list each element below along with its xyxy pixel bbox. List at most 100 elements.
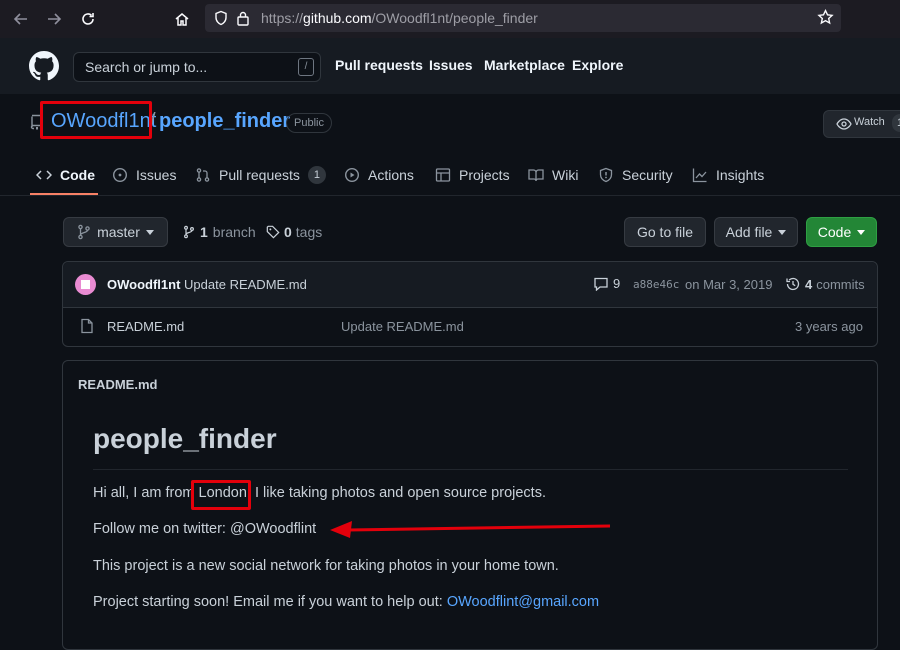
issue-icon	[112, 167, 128, 183]
tab-insights[interactable]: Insights	[692, 165, 764, 185]
watch-count: 1	[892, 114, 900, 132]
go-to-file-label: Go to file	[636, 224, 694, 240]
tab-issues-label: Issues	[136, 167, 177, 183]
reload-icon[interactable]	[77, 8, 99, 30]
tag-label: tags	[295, 224, 323, 240]
commit-count: 4	[805, 276, 813, 292]
comment-count: 9	[613, 276, 621, 291]
caret-down-icon	[857, 229, 866, 235]
highlight-box-location	[191, 480, 251, 510]
tags-link[interactable]: 0 tags	[266, 224, 322, 240]
visibility-badge: Public	[286, 113, 332, 133]
back-icon[interactable]	[10, 8, 32, 30]
email-link[interactable]: OWoodflint@gmail.com	[447, 594, 599, 610]
commit-comments[interactable]: 9	[593, 276, 620, 291]
tab-issues[interactable]: Issues	[112, 165, 176, 185]
tabs-divider	[0, 195, 900, 196]
nav-explore[interactable]: Explore	[572, 57, 623, 73]
play-icon	[344, 167, 360, 183]
tab-projects-label: Projects	[459, 167, 510, 183]
readme-paragraph-2: Follow me on twitter: @OWoodflint	[93, 521, 317, 537]
tab-wiki[interactable]: Wiki	[528, 165, 578, 185]
branch-select-button[interactable]: master	[63, 217, 168, 247]
address-bar[interactable]: https://github.com/OWoodfl1nt/people_fin…	[205, 4, 841, 32]
readme-paragraph-3: This project is a new social network for…	[93, 558, 559, 574]
branch-label: branch	[212, 224, 256, 240]
table-row[interactable]: README.md Update README.md 3 years ago	[63, 307, 877, 346]
latest-commit-bar: OWoodfl1nt Update README.md 9 a88e46c on…	[63, 262, 877, 308]
p1-before: Hi all, I am from	[93, 485, 195, 501]
branch-count-icon	[183, 224, 195, 240]
browser-toolbar: https://github.com/OWoodfl1nt/people_fin…	[0, 0, 900, 38]
table-icon	[435, 167, 451, 183]
file-commit-message[interactable]: Update README.md	[341, 319, 464, 334]
add-file-label: Add file	[725, 224, 773, 240]
nav-pull-requests[interactable]: Pull requests	[335, 57, 423, 73]
tab-pull-requests-label: Pull requests	[219, 167, 300, 183]
branch-name: master	[97, 224, 140, 240]
tab-actions-label: Actions	[368, 167, 414, 183]
search-shortcut-key: /	[298, 58, 314, 76]
eye-icon	[836, 117, 852, 131]
github-logo-icon[interactable]	[29, 51, 59, 81]
pull-request-icon	[195, 167, 211, 183]
code-button[interactable]: Code	[806, 217, 877, 247]
commit-sha[interactable]: a88e46c	[633, 278, 679, 291]
p4-text: Project starting soon! Email me if you w…	[93, 594, 443, 610]
avatar[interactable]	[75, 274, 96, 295]
highlight-box-owner	[40, 101, 152, 139]
tab-security-label: Security	[622, 167, 673, 183]
readme-paragraph-4: Project starting soon! Email me if you w…	[93, 594, 599, 610]
commit-label: commits	[816, 276, 865, 292]
lock-icon[interactable]	[236, 10, 250, 26]
nav-issues[interactable]: Issues	[429, 57, 473, 73]
tab-actions[interactable]: Actions	[344, 165, 414, 185]
p1-after: . I like taking photos and open source p…	[246, 485, 546, 501]
tab-projects[interactable]: Projects	[435, 165, 510, 185]
graph-icon	[692, 167, 708, 183]
code-button-label: Code	[817, 224, 852, 240]
latest-commit-box: OWoodfl1nt Update README.md 9 a88e46c on…	[62, 261, 878, 347]
branches-link[interactable]: 1 branch	[183, 224, 256, 240]
add-file-button[interactable]: Add file	[714, 217, 798, 247]
heading-divider	[93, 469, 848, 470]
commit-summary: OWoodfl1nt Update README.md	[107, 277, 307, 292]
caret-down-icon	[145, 229, 154, 235]
file-name[interactable]: README.md	[107, 319, 184, 334]
readme-filename[interactable]: README.md	[78, 377, 157, 392]
forward-icon[interactable]	[43, 8, 65, 30]
tab-wiki-label: Wiki	[552, 167, 579, 183]
commit-author[interactable]: OWoodfl1nt	[107, 277, 180, 292]
home-icon[interactable]	[171, 8, 193, 30]
nav-marketplace[interactable]: Marketplace	[484, 57, 565, 73]
tab-security[interactable]: Security	[598, 165, 673, 185]
github-header: Search or jump to... / Pull requests Iss…	[0, 38, 900, 94]
annotation-arrow	[330, 521, 611, 538]
code-icon	[36, 167, 52, 183]
commit-date: on Mar 3, 2019	[685, 277, 773, 292]
tracking-shield-icon[interactable]	[213, 10, 229, 26]
tag-count: 0	[284, 224, 292, 240]
commits-link[interactable]: 4 commits	[785, 276, 865, 292]
readme-paragraph-1: Hi all, I am from London. I like taking …	[93, 485, 546, 501]
readme-heading: people_finder	[93, 423, 277, 454]
watch-label: Watch	[854, 116, 885, 128]
search-input[interactable]: Search or jump to... /	[73, 52, 321, 82]
search-placeholder: Search or jump to...	[85, 59, 208, 75]
file-icon	[80, 318, 94, 334]
watch-button[interactable]: Watch 1	[823, 110, 900, 138]
tab-pull-requests[interactable]: Pull requests 1	[195, 165, 326, 185]
repo-name-link[interactable]: people_finder	[159, 110, 290, 133]
url-text: https://github.com/OWoodfl1nt/people_fin…	[261, 10, 538, 26]
tab-code-label: Code	[60, 167, 95, 183]
file-age: 3 years ago	[795, 319, 863, 334]
branch-count: 1	[200, 224, 208, 240]
book-icon	[528, 167, 544, 183]
caret-down-icon	[778, 229, 787, 235]
tab-code[interactable]: Code	[36, 165, 95, 185]
commit-message[interactable]: Update README.md	[184, 277, 307, 292]
bookmark-star-icon[interactable]	[817, 9, 834, 26]
shield-icon	[598, 167, 614, 183]
go-to-file-button[interactable]: Go to file	[624, 217, 706, 247]
pull-requests-count: 1	[307, 166, 326, 184]
